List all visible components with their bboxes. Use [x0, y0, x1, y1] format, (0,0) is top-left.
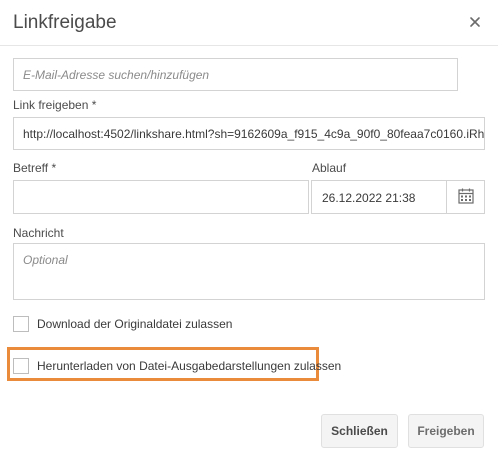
close-icon[interactable]	[466, 13, 484, 31]
subject-input[interactable]	[14, 181, 308, 213]
message-field[interactable]	[13, 243, 485, 300]
link-share-dialog: Linkfreigabe Link freigeben * http://loc…	[0, 0, 498, 457]
email-search-field[interactable]	[13, 58, 458, 91]
expiry-label: Ablauf	[312, 161, 347, 175]
subject-label: Betreff *	[13, 161, 57, 175]
share-link-field[interactable]: http://localhost:4502/linkshare.html?sh=…	[13, 117, 485, 150]
calendar-icon	[458, 188, 474, 204]
close-button[interactable]: Schließen	[321, 414, 398, 448]
message-label: Nachricht	[13, 226, 64, 240]
message-input[interactable]	[14, 244, 484, 299]
link-label: Link freigeben *	[13, 98, 97, 112]
dialog-header: Linkfreigabe	[0, 0, 498, 46]
expiry-value: 26.12.2022 21:38	[322, 191, 416, 205]
download-original-label: Download der Originaldatei zulassen	[37, 317, 233, 331]
calendar-button[interactable]	[446, 181, 484, 213]
download-renditions-checkbox[interactable]	[13, 358, 29, 374]
download-original-checkbox[interactable]	[13, 316, 29, 332]
email-search-input[interactable]	[14, 59, 457, 90]
share-button[interactable]: Freigeben	[408, 414, 484, 448]
share-link-value: http://localhost:4502/linkshare.html?sh=…	[23, 127, 485, 141]
download-renditions-label: Herunterladen von Datei-Ausgabedarstellu…	[37, 359, 342, 373]
expiry-field[interactable]: 26.12.2022 21:38	[311, 180, 485, 214]
subject-field[interactable]	[13, 180, 309, 214]
download-renditions-option[interactable]: Herunterladen von Datei-Ausgabedarstellu…	[13, 358, 341, 374]
download-original-option[interactable]: Download der Originaldatei zulassen	[13, 316, 232, 332]
dialog-title: Linkfreigabe	[13, 12, 117, 33]
